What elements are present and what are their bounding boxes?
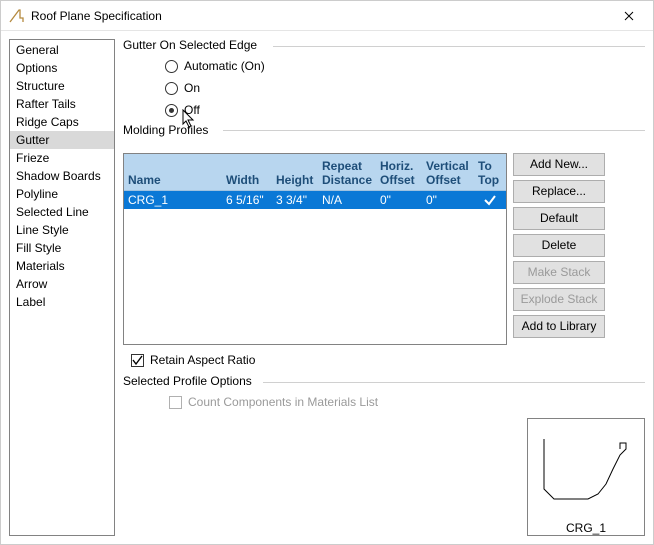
profile-preview: CRG_1: [527, 418, 645, 536]
sidebar-item-fill-style[interactable]: Fill Style: [10, 239, 114, 257]
retain-aspect-label: Retain Aspect Ratio: [150, 353, 255, 367]
cell-totop[interactable]: [474, 190, 506, 209]
group-gutter-edge: Gutter On Selected Edge Automatic (On) O…: [123, 39, 645, 121]
count-components-label: Count Components in Materials List: [188, 395, 378, 409]
radio-off[interactable]: [165, 104, 178, 117]
radio-off-label: Off: [184, 103, 200, 117]
col-vert[interactable]: Vertical Offset: [422, 154, 474, 190]
radio-on[interactable]: [165, 82, 178, 95]
radio-automatic[interactable]: [165, 60, 178, 73]
cell-name[interactable]: CRG_1: [124, 190, 222, 209]
close-icon: [624, 11, 634, 21]
delete-button[interactable]: Delete: [513, 234, 605, 257]
sidebar-item-ridge-caps[interactable]: Ridge Caps: [10, 113, 114, 131]
sidebar-item-gutter[interactable]: Gutter: [10, 131, 114, 149]
window-title: Roof Plane Specification: [31, 9, 609, 23]
profile-preview-icon: [528, 419, 644, 515]
sidebar-item-rafter-tails[interactable]: Rafter Tails: [10, 95, 114, 113]
sidebar-item-label[interactable]: Label: [10, 293, 114, 311]
sidebar-item-arrow[interactable]: Arrow: [10, 275, 114, 293]
group-molding: Molding Profiles: [123, 123, 645, 137]
group-label-molding: Molding Profiles: [123, 123, 214, 137]
titlebar: Roof Plane Specification: [1, 1, 653, 31]
group-label-gutter-edge: Gutter On Selected Edge: [123, 38, 263, 52]
col-repeat[interactable]: Repeat Distance: [318, 154, 376, 190]
checkmark-icon: [483, 193, 497, 207]
cell-horiz[interactable]: 0": [376, 190, 422, 209]
close-button[interactable]: [609, 2, 649, 30]
radio-on-label: On: [184, 81, 200, 95]
cell-vert[interactable]: 0": [422, 190, 474, 209]
cell-width[interactable]: 6 5/16": [222, 190, 272, 209]
col-name[interactable]: Name: [124, 154, 222, 190]
check-icon: [132, 355, 143, 366]
count-components-checkbox: [169, 396, 182, 409]
col-horiz[interactable]: Horiz. Offset: [376, 154, 422, 190]
molding-profiles-table[interactable]: Name Width Height Repeat Distance Horiz.…: [123, 153, 507, 345]
col-height[interactable]: Height: [272, 154, 318, 190]
preview-label: CRG_1: [528, 518, 644, 538]
make-stack-button[interactable]: Make Stack: [513, 261, 605, 284]
add-to-library-button[interactable]: Add to Library: [513, 315, 605, 338]
sidebar-item-materials[interactable]: Materials: [10, 257, 114, 275]
sidebar-item-line-style[interactable]: Line Style: [10, 221, 114, 239]
cell-height[interactable]: 3 3/4": [272, 190, 318, 209]
sidebar-item-shadow-boards[interactable]: Shadow Boards: [10, 167, 114, 185]
group-spo: Selected Profile Options Count Component…: [123, 375, 645, 413]
sidebar-item-frieze[interactable]: Frieze: [10, 149, 114, 167]
cell-repeat[interactable]: N/A: [318, 190, 376, 209]
sidebar-item-selected-line[interactable]: Selected Line: [10, 203, 114, 221]
group-label-spo: Selected Profile Options: [123, 374, 258, 388]
category-sidebar[interactable]: General Options Structure Rafter Tails R…: [9, 39, 115, 536]
col-width[interactable]: Width: [222, 154, 272, 190]
sidebar-item-structure[interactable]: Structure: [10, 77, 114, 95]
explode-stack-button[interactable]: Explode Stack: [513, 288, 605, 311]
table-row[interactable]: CRG_1 6 5/16" 3 3/4" N/A 0" 0": [124, 190, 506, 209]
sidebar-item-general[interactable]: General: [10, 41, 114, 59]
sidebar-item-options[interactable]: Options: [10, 59, 114, 77]
radio-automatic-label: Automatic (On): [184, 59, 265, 73]
roof-app-icon: [9, 8, 25, 24]
sidebar-item-polyline[interactable]: Polyline: [10, 185, 114, 203]
col-totop[interactable]: To Top: [474, 154, 506, 190]
default-button[interactable]: Default: [513, 207, 605, 230]
retain-aspect-checkbox[interactable]: [131, 354, 144, 367]
replace-button[interactable]: Replace...: [513, 180, 605, 203]
add-new-button[interactable]: Add New...: [513, 153, 605, 176]
